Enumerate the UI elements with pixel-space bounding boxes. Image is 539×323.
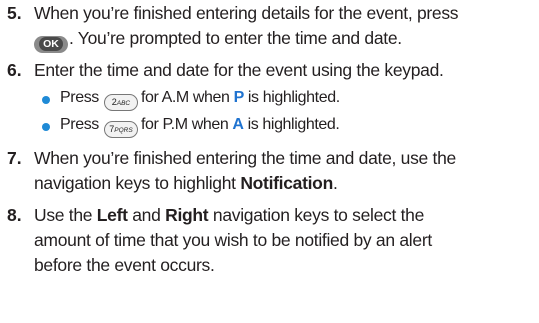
step-7-text-line-1: When you’re finished entering the time a…: [34, 148, 456, 168]
step-7-number: 7.: [7, 148, 22, 168]
key-7-icon: 7PQRS: [103, 121, 138, 138]
bullet-am: Press 2ABC for A.M when P is highlighted.: [60, 88, 340, 111]
bullet-icon: [42, 123, 50, 131]
step-5-number: 5.: [7, 3, 22, 23]
step-5-text-line-1: When you’re finished entering details fo…: [34, 3, 459, 23]
step-8-number: 8.: [7, 205, 22, 225]
bullet-icon: [42, 96, 50, 104]
step-5-text-line-2: OK. You’re prompted to enter the time an…: [34, 28, 402, 53]
manual-page: 5. When you’re finished entering details…: [0, 0, 539, 323]
step-8-text-line-1: Use the Left and Right navigation keys t…: [34, 205, 425, 225]
bullet-pm: Press 7PQRS for P.M when A is highlighted…: [60, 115, 340, 138]
step-8-text-line-3: before the event occurs.: [34, 255, 215, 275]
step-6-number: 6.: [7, 60, 22, 80]
step-6-text: Enter the time and date for the event us…: [34, 60, 444, 80]
step-8-text-line-2: amount of time that you wish to be notif…: [34, 230, 432, 250]
ok-key-icon: OK: [34, 36, 68, 53]
key-2-icon: 2ABC: [103, 94, 138, 111]
step-7-text-line-2: navigation keys to highlight Notificatio…: [34, 173, 338, 193]
